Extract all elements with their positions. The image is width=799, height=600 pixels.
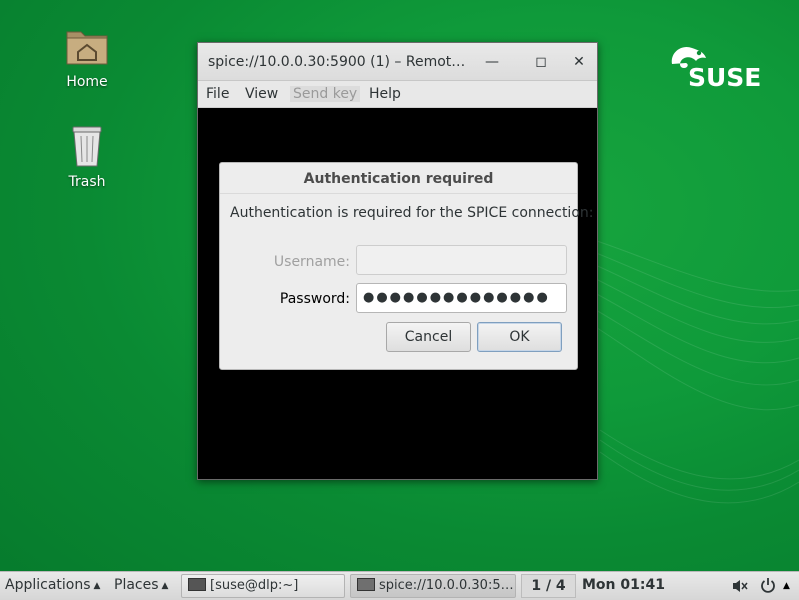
- cancel-button[interactable]: Cancel: [386, 322, 471, 352]
- window-menubar: File View Send key Help: [198, 81, 597, 108]
- auth-dialog: Authentication required Authentication i…: [219, 162, 593, 370]
- maximize-button[interactable]: ◻: [531, 52, 551, 72]
- home-icon-label: Home: [66, 74, 108, 90]
- menu-view[interactable]: View: [245, 86, 278, 102]
- task-label: spice://10.0.0.30:5…: [379, 578, 514, 593]
- volume-icon[interactable]: [731, 578, 749, 598]
- suse-logo: SUSE: [668, 42, 761, 92]
- workspace-switcher[interactable]: 1 / 4: [521, 574, 576, 598]
- task-label: [suse@dlp:~]: [210, 578, 299, 593]
- places-menu[interactable]: Places ▲: [114, 577, 168, 593]
- minimize-button[interactable]: —: [482, 52, 502, 72]
- suse-wordmark: SUSE: [688, 63, 762, 92]
- terminal-icon: [188, 578, 206, 591]
- triangle-up-icon[interactable]: ▲: [783, 581, 790, 591]
- bottom-panel: Applications ▲ Places ▲ [suse@dlp:~] spice…: [0, 571, 799, 600]
- home-folder-icon: [63, 22, 111, 70]
- window-title: spice://10.0.0.30:5900 (1) – Remot…: [208, 54, 466, 70]
- triangle-up-icon: ▲: [93, 581, 101, 591]
- username-field[interactable]: [356, 245, 567, 275]
- ok-button[interactable]: OK: [477, 322, 562, 352]
- window-titlebar[interactable]: spice://10.0.0.30:5900 (1) – Remot… — ◻ …: [198, 43, 597, 81]
- dialog-title: Authentication required: [303, 171, 494, 187]
- trash-desktop-icon[interactable]: Trash: [47, 122, 127, 190]
- clock[interactable]: Mon 01:41: [582, 577, 665, 593]
- triangle-up-icon: ▲: [161, 581, 169, 591]
- trash-can-icon: [63, 122, 111, 170]
- password-field[interactable]: ●●●●●●●●●●●●●●: [356, 283, 567, 313]
- power-icon[interactable]: [760, 577, 776, 598]
- dialog-divider: [220, 193, 577, 194]
- dialog-message: Authentication is required for the SPICE…: [230, 205, 594, 221]
- home-desktop-icon[interactable]: Home: [47, 22, 127, 90]
- trash-icon-label: Trash: [68, 174, 106, 190]
- remote-viewer-icon: [357, 578, 375, 591]
- menu-help[interactable]: Help: [369, 86, 401, 102]
- menu-file[interactable]: File: [206, 86, 229, 102]
- username-label: Username:: [273, 254, 350, 270]
- close-button[interactable]: ✕: [569, 52, 589, 72]
- places-label: Places: [114, 577, 159, 593]
- taskbar-task-terminal[interactable]: [suse@dlp:~]: [181, 574, 345, 598]
- taskbar-task-remote-viewer[interactable]: spice://10.0.0.30:5…: [350, 574, 516, 598]
- menu-send-key: Send key: [290, 86, 361, 102]
- applications-menu[interactable]: Applications ▲: [5, 577, 100, 593]
- applications-label: Applications: [5, 577, 91, 593]
- password-label: Password:: [279, 291, 350, 307]
